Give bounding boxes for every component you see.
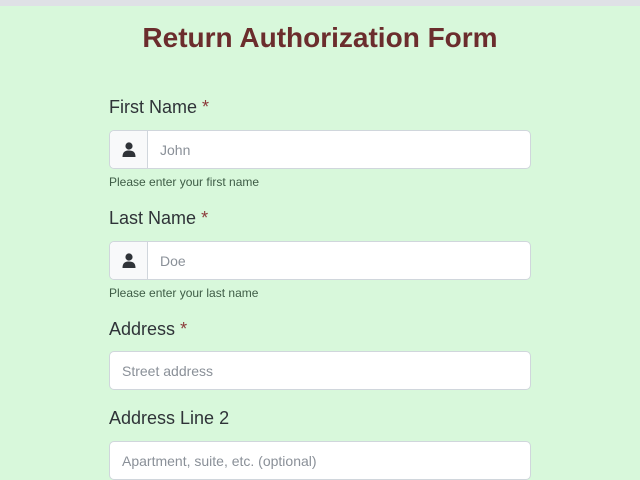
address-label-text: Address	[109, 319, 176, 339]
address-input[interactable]	[110, 353, 530, 388]
user-icon	[110, 131, 148, 168]
last-name-input-group	[109, 241, 531, 280]
last-name-label-text: Last Name	[109, 208, 197, 228]
address-label: Address *	[109, 319, 187, 340]
first-name-input[interactable]	[148, 132, 530, 167]
address-line-2-label: Address Line 2	[109, 408, 229, 429]
address-input-group	[109, 351, 531, 390]
form-title: Return Authorization Form	[142, 22, 498, 53]
first-name-help: Please enter your first name	[109, 175, 260, 189]
first-name-label-text: First Name	[109, 97, 198, 117]
top-bar	[0, 0, 640, 6]
required-marker: *	[202, 97, 210, 117]
address-line-2-label-text: Address Line 2	[109, 408, 230, 428]
last-name-label: Last Name *	[109, 208, 208, 229]
first-name-label: First Name *	[109, 97, 209, 118]
address-line-2-input[interactable]	[110, 443, 530, 478]
last-name-help: Please enter your last name	[109, 286, 259, 300]
required-marker: *	[201, 208, 209, 228]
address-line-2-input-group	[109, 441, 531, 480]
first-name-input-group	[109, 130, 531, 169]
user-icon	[110, 242, 148, 279]
required-marker: *	[180, 319, 188, 339]
last-name-input[interactable]	[148, 243, 530, 278]
